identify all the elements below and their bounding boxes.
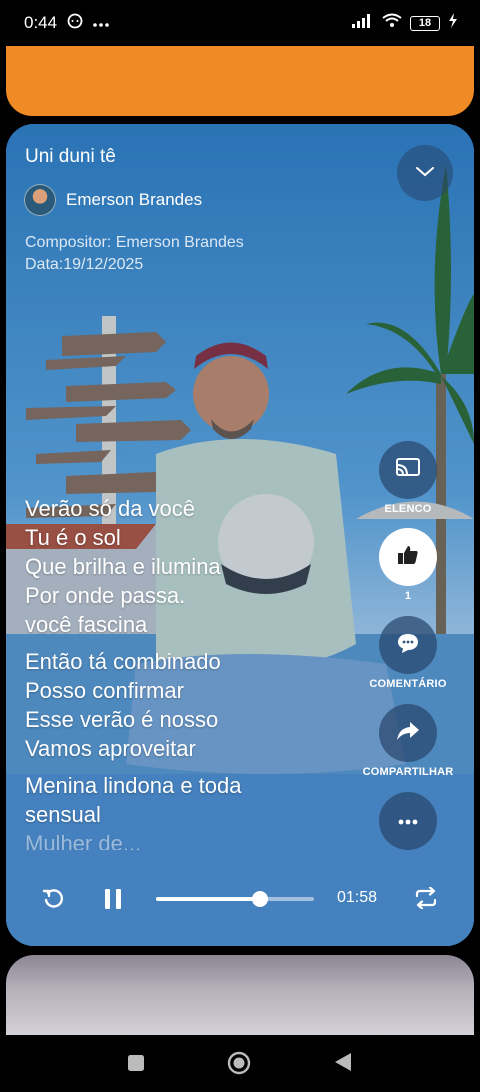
home-icon[interactable] bbox=[227, 1051, 251, 1080]
progress-fill bbox=[156, 897, 261, 901]
like-count: 1 bbox=[404, 590, 412, 602]
signal-icon bbox=[352, 13, 374, 33]
status-time: 0:44 bbox=[24, 13, 58, 32]
comment-button[interactable] bbox=[379, 616, 437, 674]
lyric-line: Então tá combinado bbox=[25, 649, 221, 674]
lyrics-stanza: Menina lindona e toda sensual Mulher de.… bbox=[25, 771, 365, 850]
lyric-line: você fascina bbox=[25, 612, 148, 637]
song-meta: Compositor: Emerson Brandes Data:19/12/2… bbox=[25, 232, 244, 276]
navigation-bar bbox=[0, 1035, 480, 1092]
chevron-down-icon bbox=[416, 164, 434, 182]
cast-button[interactable] bbox=[379, 441, 437, 499]
more-dots-icon bbox=[93, 13, 109, 33]
back-icon[interactable] bbox=[334, 1052, 352, 1077]
lyric-line: Menina lindona e toda bbox=[25, 773, 242, 798]
like-button[interactable] bbox=[379, 528, 437, 586]
avatar[interactable] bbox=[24, 184, 56, 216]
progress-slider[interactable] bbox=[156, 891, 314, 907]
comment-action[interactable]: COMENTÁRIO bbox=[353, 616, 463, 690]
lyric-line: Vamos aproveitar bbox=[25, 736, 196, 761]
battery-icon: 18 bbox=[410, 15, 440, 31]
lyric-line: Verão só da você bbox=[25, 496, 196, 521]
more-dots-icon bbox=[398, 812, 418, 830]
status-bar: 0:44 18 bbox=[0, 0, 480, 46]
lyric-line: Por onde passa. bbox=[25, 583, 186, 608]
cast-action[interactable]: ELENCO bbox=[353, 441, 463, 515]
lyric-line: Que brilha e ilumina bbox=[25, 554, 221, 579]
artist-row[interactable]: Emerson Brandes bbox=[24, 184, 202, 216]
lyrics-stanza: Verão só da você Tu é o sol Que brilha e… bbox=[25, 494, 365, 639]
previous-song-card[interactable] bbox=[6, 46, 474, 116]
more-action[interactable] bbox=[353, 792, 463, 850]
lyrics-panel[interactable]: Verão só da você Tu é o sol Que brilha e… bbox=[25, 494, 365, 850]
wifi-icon bbox=[382, 13, 402, 33]
lyric-line: Esse verão é nosso bbox=[25, 707, 219, 732]
lyric-line: Mulher de... bbox=[25, 831, 142, 850]
pause-icon[interactable] bbox=[103, 888, 123, 915]
lyric-line: sensual bbox=[25, 802, 101, 827]
date-text: Data:19/12/2025 bbox=[25, 256, 144, 273]
cast-icon bbox=[395, 457, 421, 484]
comment-icon bbox=[396, 632, 420, 659]
charging-icon bbox=[448, 13, 458, 33]
chat-icon bbox=[67, 13, 83, 34]
composer-text: Compositor: Emerson Brandes bbox=[25, 234, 244, 251]
thumbs-up-icon bbox=[397, 545, 419, 570]
recent-apps-icon[interactable] bbox=[127, 1054, 145, 1077]
share-button[interactable] bbox=[379, 704, 437, 762]
next-song-card[interactable] bbox=[6, 955, 474, 1035]
replay-icon[interactable] bbox=[42, 887, 66, 916]
lyric-line: Tu é o sol bbox=[25, 525, 121, 550]
elapsed-time: 01:58 bbox=[337, 889, 378, 906]
song-title: Uni duni tê bbox=[25, 146, 116, 167]
artist-name[interactable]: Emerson Brandes bbox=[66, 190, 202, 210]
more-button[interactable] bbox=[379, 792, 437, 850]
comment-label: COMENTÁRIO bbox=[369, 678, 447, 690]
share-label: COMPARTILHAR bbox=[362, 766, 454, 778]
repeat-icon[interactable] bbox=[414, 886, 438, 914]
like-action[interactable]: 1 bbox=[353, 528, 463, 602]
lyrics-stanza: Então tá combinado Posso confirmar Esse … bbox=[25, 647, 365, 763]
lyric-line: Posso confirmar bbox=[25, 678, 184, 703]
cast-label: ELENCO bbox=[384, 503, 432, 515]
share-action[interactable]: COMPARTILHAR bbox=[353, 704, 463, 778]
share-icon bbox=[396, 721, 420, 746]
collapse-button[interactable] bbox=[397, 145, 453, 201]
